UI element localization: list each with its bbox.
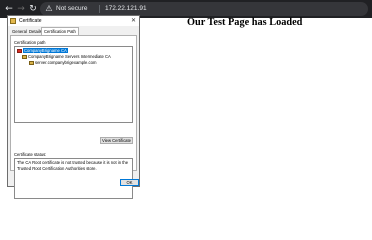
certificate-status-text: The CA Root certificate is not trusted b… xyxy=(14,158,133,199)
certificate-icon xyxy=(10,18,16,24)
security-status-label[interactable]: Not secure xyxy=(56,2,87,16)
close-icon[interactable]: ✕ xyxy=(131,16,136,26)
tree-node-label: CompanyBrigname CA xyxy=(23,48,68,53)
tree-node-server-cert[interactable]: server.companybrigexample.com xyxy=(29,60,96,66)
tree-node-label: server.companybrigexample.com xyxy=(35,60,97,65)
back-arrow-icon[interactable]: ← xyxy=(3,3,15,15)
ok-button[interactable]: OK xyxy=(120,179,139,186)
certificate-status-label: Certificate status: xyxy=(14,152,47,157)
dialog-titlebar[interactable]: Certificate ✕ xyxy=(8,16,139,26)
address-bar[interactable]: ⚠ Not secure 172.22.121.91 xyxy=(40,2,368,16)
certification-path-panel: Certification path CompanyBrigname CA Co… xyxy=(10,35,137,199)
certificate-error-icon xyxy=(17,49,22,53)
forward-arrow-icon[interactable]: → xyxy=(15,3,27,15)
warning-triangle-icon[interactable]: ⚠ xyxy=(44,4,54,14)
view-certificate-button[interactable]: View Certificate xyxy=(100,137,133,144)
certificate-dialog: Certificate ✕ General Details Certificat… xyxy=(7,15,140,199)
certification-path-tree[interactable]: CompanyBrigname CA CompanyBrigname Serve… xyxy=(14,46,133,123)
tab-certification-path[interactable]: Certification Path xyxy=(41,27,79,35)
certificate-icon xyxy=(29,61,34,65)
page-heading: Our Test Page has Loaded xyxy=(187,17,303,28)
reload-icon[interactable]: ↻ xyxy=(27,3,39,15)
certification-path-label: Certification path xyxy=(14,40,46,45)
url-text[interactable]: 172.22.121.91 xyxy=(105,2,147,16)
address-separator xyxy=(99,5,100,13)
dialog-title: Certificate xyxy=(19,18,42,24)
certificate-icon xyxy=(22,55,27,59)
tree-node-label: CompanyBrigname Servers Intermediate CA xyxy=(28,54,111,59)
